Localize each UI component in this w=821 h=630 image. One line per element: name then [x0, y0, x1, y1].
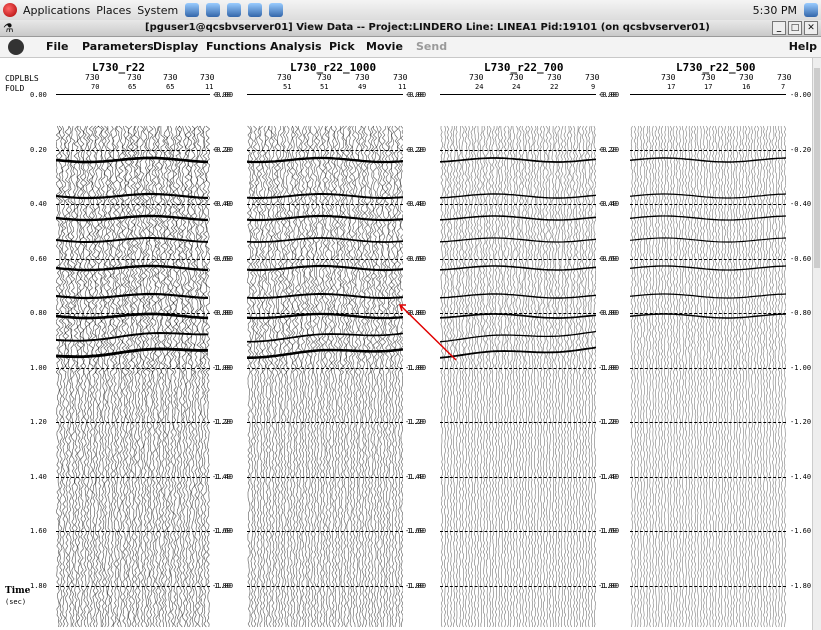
os-top-panel: Applications Places System 5:30 PM: [0, 0, 821, 21]
time-gridline: [440, 476, 596, 478]
window-title: [pguser1@qcsbvserver01] View Data -- Pro…: [145, 22, 710, 33]
time-gridline: [247, 367, 403, 369]
scrollbar-thumb[interactable]: [814, 68, 820, 268]
menu-movie[interactable]: Movie: [366, 40, 403, 53]
time-gridline: [247, 476, 403, 478]
menu-pick[interactable]: Pick: [329, 40, 355, 53]
annotation-arrow-layer: [398, 304, 457, 361]
minimize-button[interactable]: _: [772, 21, 786, 35]
time-gridline: [56, 204, 210, 205]
time-gridline: [56, 258, 210, 260]
time-gridline: [440, 422, 596, 423]
seismic-display-area[interactable]: CDPLBLS FOLD L730_r22 730 730 730 730 70…: [0, 58, 821, 630]
time-gridline: [630, 313, 786, 314]
app-launcher-icon[interactable]: [269, 3, 284, 17]
time-gridline: [440, 531, 596, 532]
menu-parameters[interactable]: Parameters: [82, 40, 154, 53]
time-gridline: [56, 531, 210, 532]
network-launcher-icon[interactable]: [227, 3, 242, 17]
time-gridline: [247, 531, 403, 532]
time-gridline: [247, 204, 403, 205]
menu-file[interactable]: File: [46, 40, 69, 53]
time-gridline: [440, 367, 596, 369]
time-gridline: [630, 531, 786, 532]
close-button[interactable]: ✕: [804, 21, 818, 35]
time-gridline: [630, 585, 786, 587]
window-menu-icon[interactable]: ⚗: [3, 21, 14, 35]
time-gridline: [247, 149, 403, 151]
time-gridline: [247, 313, 403, 314]
time-gridline: [440, 149, 596, 151]
menu-help[interactable]: Help: [789, 40, 817, 53]
time-gridline: [630, 367, 786, 369]
time-gridline: [630, 476, 786, 478]
mail-launcher-icon[interactable]: [206, 3, 221, 17]
menu-display[interactable]: Display: [153, 40, 198, 53]
time-gridline: [56, 149, 210, 151]
terminal-launcher-icon[interactable]: [248, 3, 263, 17]
time-gridline: [630, 258, 786, 260]
maximize-button[interactable]: □: [788, 21, 802, 35]
places-menu[interactable]: Places: [96, 4, 131, 17]
time-gridline: [56, 367, 210, 369]
vertical-scrollbar[interactable]: [812, 58, 821, 630]
time-gridline: [440, 313, 596, 314]
time-gridline: [56, 313, 210, 314]
window-title-bar[interactable]: ⚗ [pguser1@qcsbvserver01] View Data -- P…: [0, 20, 821, 37]
menu-analysis[interactable]: Analysis: [270, 40, 322, 53]
time-gridline: [56, 422, 210, 423]
menu-bar: File Parameters Display Functions Analys…: [0, 37, 821, 58]
time-gridline: [630, 422, 786, 423]
applications-menu[interactable]: Applications: [23, 4, 90, 17]
menu-functions[interactable]: Functions: [206, 40, 266, 53]
time-gridline: [630, 149, 786, 151]
clock[interactable]: 5:30 PM: [753, 4, 797, 17]
time-gridline: [56, 585, 210, 587]
time-gridline: [247, 258, 403, 260]
browser-launcher-icon[interactable]: [185, 3, 200, 17]
distro-logo-icon[interactable]: [3, 3, 17, 17]
time-gridline: [56, 476, 210, 478]
time-gridline: [440, 258, 596, 260]
time-gridline: [247, 422, 403, 423]
time-gridline: [630, 204, 786, 205]
volume-icon[interactable]: [804, 3, 818, 17]
menu-send: Send: [416, 40, 448, 53]
system-menu[interactable]: System: [137, 4, 178, 17]
time-gridline: [440, 204, 596, 205]
time-gridline: [247, 585, 403, 587]
app-logo-icon: [8, 39, 24, 55]
time-gridline: [440, 585, 596, 587]
